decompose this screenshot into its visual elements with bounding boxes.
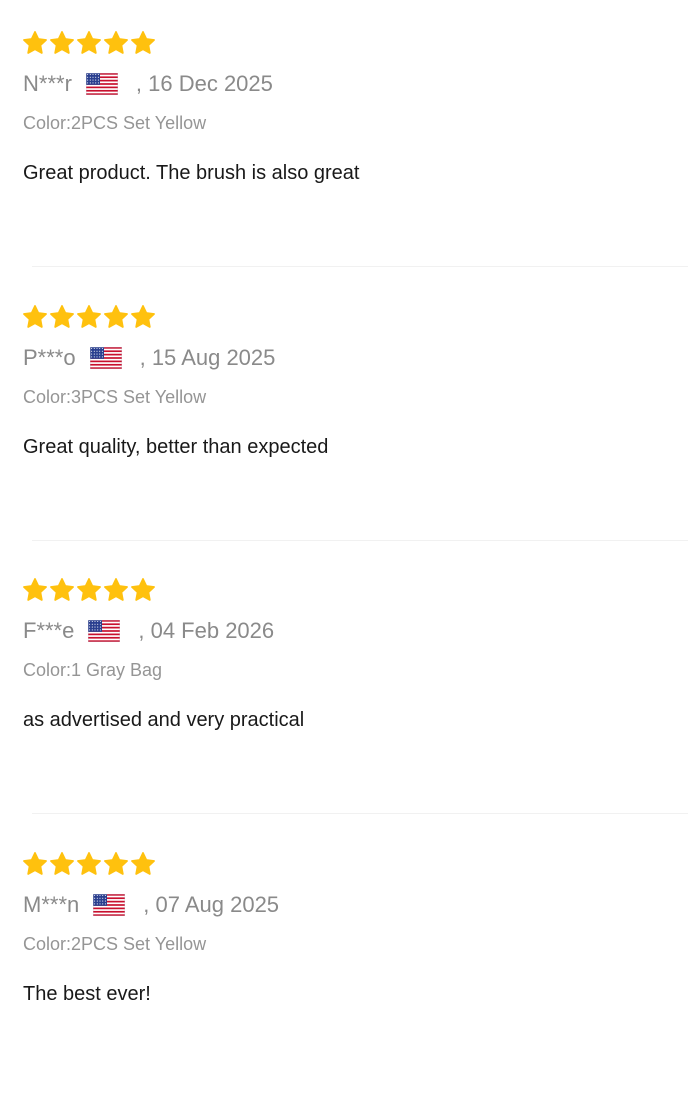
star-icon (50, 305, 74, 328)
us-flag-icon (85, 73, 118, 95)
reviewer-name: F***e (23, 618, 75, 643)
star-icon (104, 578, 128, 601)
review-sku: Color:2PCS Set Yellow (23, 113, 207, 133)
review-item: F***e , 04 Feb 2026 Color:1 Gray Bag as … (0, 547, 688, 821)
review-item: N***r , 16 Dec 2025 Color:2PCS Set Yello… (0, 0, 688, 274)
review-item: P***o , 15 Aug 2025 Color:3PCS Set Yello… (0, 274, 688, 548)
review-date: , 07 Aug 2025 (143, 892, 280, 917)
star-icon (23, 31, 47, 54)
star-icon (131, 31, 155, 54)
star-icon (77, 578, 101, 601)
review-text: Great product. The brush is also great (23, 162, 360, 184)
review-date: , 15 Aug 2025 (139, 345, 276, 370)
review-item: M***n , 07 Aug 2025 Color:2PCS Set Yello… (0, 821, 688, 1095)
star-rating (22, 577, 156, 603)
star-icon (77, 31, 101, 54)
star-icon (50, 578, 74, 601)
star-icon (131, 578, 155, 601)
review-sku: Color:1 Gray Bag (23, 660, 163, 680)
star-icon (23, 852, 47, 875)
review-date: , 16 Dec 2025 (135, 71, 273, 96)
review-list: N***r , 16 Dec 2025 Color:2PCS Set Yello… (0, 0, 688, 1024)
review-text: Great quality, better than expected (23, 436, 329, 458)
review-divider (32, 540, 688, 541)
review-sku: Color:2PCS Set Yellow (23, 934, 207, 954)
star-icon (104, 852, 128, 875)
star-icon (77, 305, 101, 328)
reviewer-meta: P***o , 15 Aug 2025 (23, 342, 275, 374)
reviewer-name: P***o (23, 345, 76, 370)
review-divider (32, 813, 688, 814)
star-icon (50, 31, 74, 54)
reviewer-name: N***r (23, 71, 72, 96)
star-icon (131, 305, 155, 328)
star-icon (131, 852, 155, 875)
review-sku: Color:3PCS Set Yellow (23, 387, 207, 407)
reviewer-name: M***n (23, 892, 80, 917)
review-text: as advertised and very practical (23, 709, 305, 731)
review-date: , 04 Feb 2026 (138, 618, 275, 643)
review-text: The best ever! (23, 983, 151, 1005)
star-icon (104, 31, 128, 54)
star-icon (23, 305, 47, 328)
us-flag-icon (89, 347, 122, 369)
star-icon (50, 852, 74, 875)
star-rating (22, 851, 156, 877)
star-rating (22, 304, 156, 330)
us-flag-icon (93, 894, 126, 916)
reviewer-meta: N***r , 16 Dec 2025 (23, 68, 273, 100)
review-divider (32, 266, 688, 267)
star-rating (22, 30, 156, 56)
star-icon (104, 305, 128, 328)
star-icon (23, 578, 47, 601)
reviewer-meta: F***e , 04 Feb 2026 (23, 615, 274, 647)
us-flag-icon (88, 620, 121, 642)
reviewer-meta: M***n , 07 Aug 2025 (23, 889, 279, 921)
star-icon (77, 852, 101, 875)
